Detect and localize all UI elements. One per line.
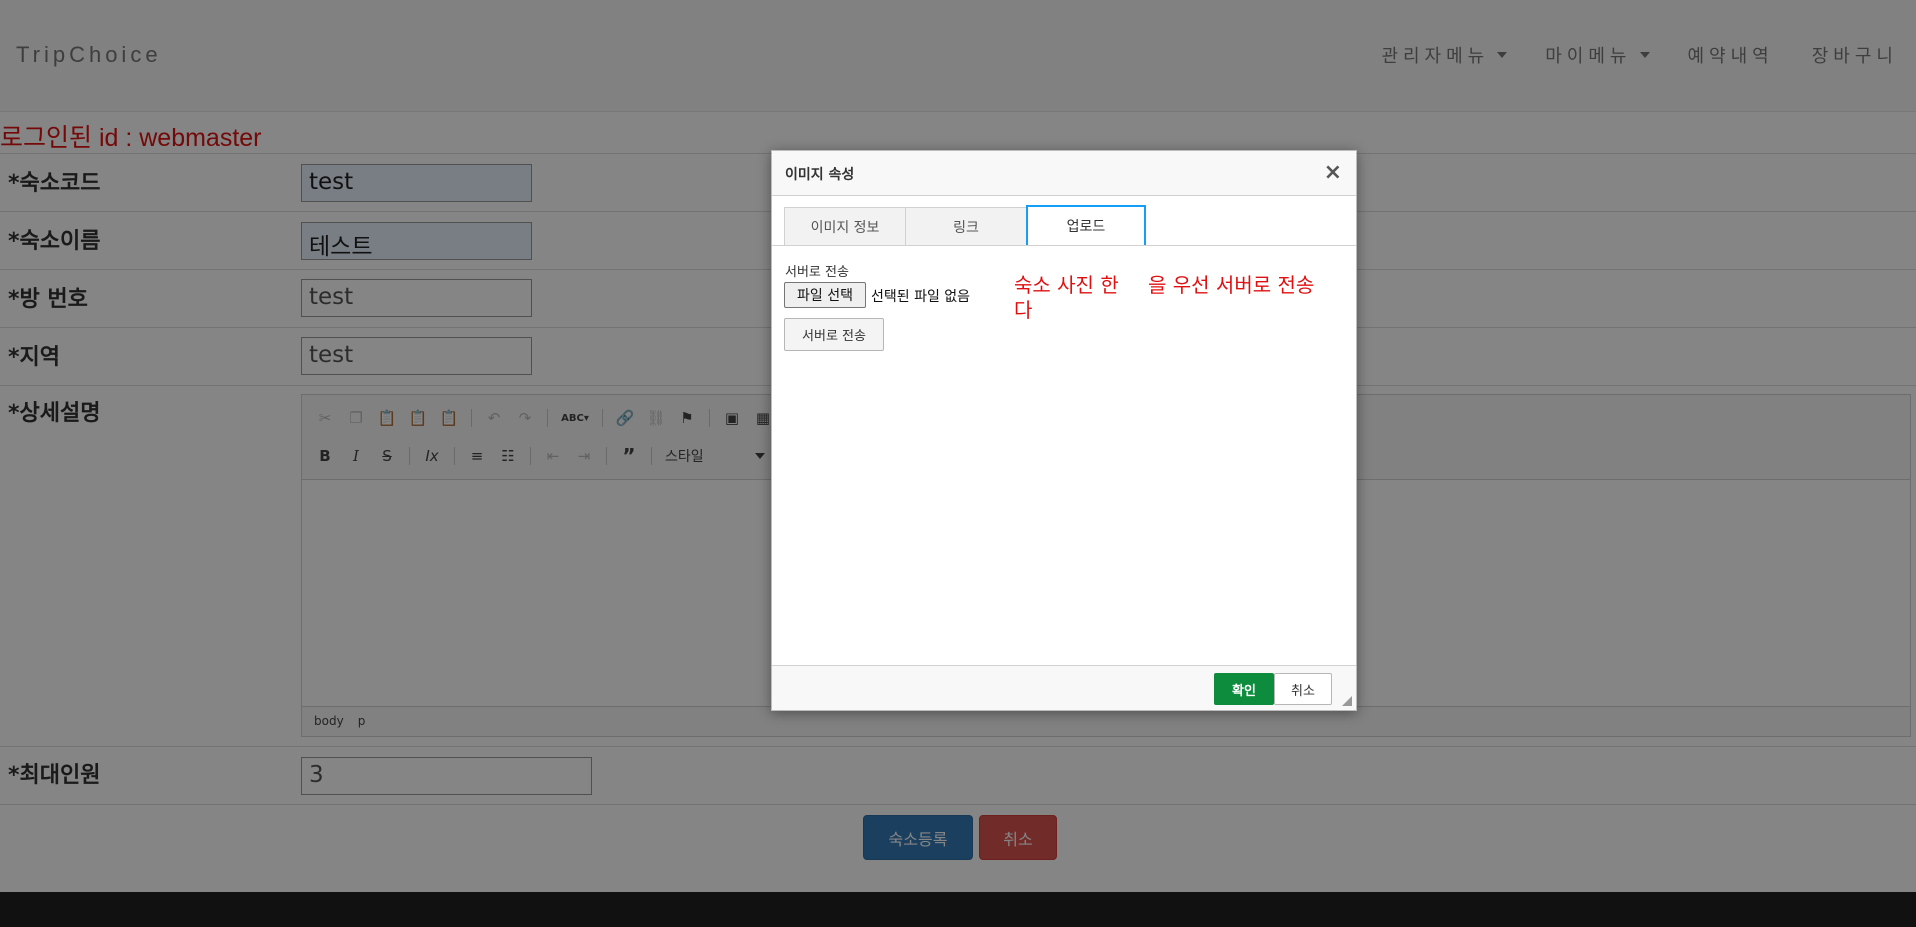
send-to-server-button[interactable]: 서버로 전송 <box>784 318 884 351</box>
dialog-title-bar[interactable]: 이미지 속성 × <box>772 151 1356 196</box>
tab-image-info[interactable]: 이미지 정보 <box>784 207 906 245</box>
tab-upload[interactable]: 업로드 <box>1026 205 1146 245</box>
annotation-note-right: 을 우선 서버로 전송 <box>1148 273 1315 297</box>
dialog-footer: 확인 취소 <box>772 665 1356 710</box>
close-icon[interactable]: × <box>1324 160 1342 185</box>
resize-grip-icon[interactable] <box>1342 696 1352 706</box>
choose-file-button[interactable]: 파일 선택 <box>784 282 866 308</box>
upload-label: 서버로 전송 <box>785 265 849 280</box>
ok-button[interactable]: 확인 <box>1214 673 1274 705</box>
dialog-cancel-button[interactable]: 취소 <box>1274 673 1332 705</box>
tab-divider <box>772 245 1356 246</box>
dialog-title: 이미지 속성 <box>785 167 855 183</box>
dialog-tabs: 이미지 정보 링크 업로드 <box>784 205 1146 245</box>
tab-link[interactable]: 링크 <box>905 207 1027 245</box>
file-status-text: 선택된 파일 없음 <box>871 289 971 305</box>
image-properties-dialog: 이미지 속성 × 이미지 정보 링크 업로드 서버로 전송 파일 선택 선택된 … <box>771 150 1357 711</box>
annotation-note-left: 숙소 사진 한다 <box>1014 273 1119 322</box>
